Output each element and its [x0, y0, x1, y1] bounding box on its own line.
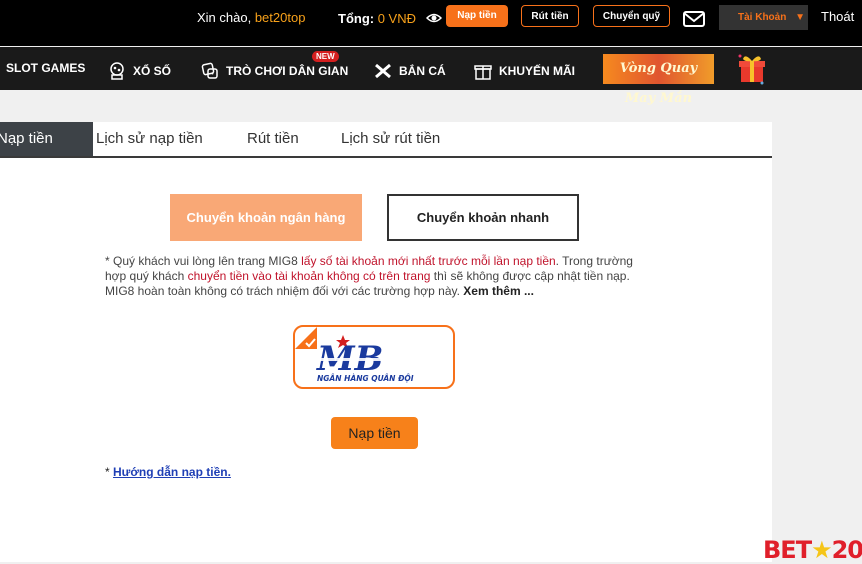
notice-text: * Quý khách vui lòng lên trang MIG8 [105, 254, 302, 268]
notice-highlight: chuyển tiền vào tài khoản không có trên … [187, 269, 431, 283]
deposit-notice: * Quý khách vui lòng lên trang MIG8 lấy … [105, 254, 650, 299]
notice-highlight: lấy số tài khoản mới nhất trước mỗi lần … [301, 254, 556, 268]
nav-label: XỔ SỐ [133, 64, 172, 78]
submit-deposit-button[interactable]: Nạp tiền [331, 417, 418, 449]
guide-prefix: * [105, 465, 114, 479]
balance-label: Tổng: [338, 11, 375, 26]
mb-bank-logo: MB NGÂN HÀNG QUÂN ĐỘI [311, 335, 431, 383]
transfer-button[interactable]: Chuyển quỹ [593, 5, 670, 27]
lottery-machine-icon [110, 62, 124, 80]
gift-box-icon[interactable] [735, 52, 769, 86]
nav-label: TRÒ CHƠI DÂN GIAN [226, 64, 349, 78]
greeting: Xin chào, bet20top [197, 10, 305, 25]
nav-lottery[interactable]: XỔ SỐ [107, 61, 171, 81]
star-icon: ★ [811, 536, 832, 564]
tab-deposit-history[interactable]: Lịch sử nạp tiền [96, 122, 203, 156]
brand-left: BET [763, 536, 812, 564]
tab-withdraw[interactable]: Rút tiền [247, 122, 299, 156]
fish-icon [375, 63, 391, 79]
lucky-wheel-banner[interactable]: Vòng Quay May Mắn [603, 54, 714, 106]
nav-promotions[interactable]: KHUYẾN MÃI [473, 61, 575, 81]
deposit-guide-link[interactable]: Hướng dẫn nạp tiền. [113, 465, 231, 479]
check-icon [295, 327, 317, 349]
mail-icon[interactable] [683, 10, 705, 28]
tab-withdraw-history[interactable]: Lịch sử rút tiền [341, 122, 440, 156]
top-bar: Xin chào, bet20top Tổng: 0 VNĐ Nạp tiền … [0, 0, 862, 46]
mb-bank-option[interactable]: MB NGÂN HÀNG QUÂN ĐỘI [293, 325, 455, 389]
brand-right: 20 [831, 536, 862, 564]
dice-icon [201, 62, 218, 79]
nav-label: SLOT GAMES [6, 61, 86, 75]
account-dropdown[interactable]: Tài Khoản ▼ [719, 5, 808, 30]
gift-outline-icon [474, 65, 492, 80]
fast-transfer-option[interactable]: Chuyển khoản nhanh [387, 194, 579, 241]
bank-transfer-option[interactable]: Chuyển khoản ngân hàng [170, 194, 362, 241]
mb-logo-subtitle: NGÂN HÀNG QUÂN ĐỘI [317, 374, 414, 383]
nav-fishing[interactable]: BẮN CÁ [373, 61, 446, 81]
nav-folk-games[interactable]: TRÒ CHƠI DÂN GIAN [200, 61, 348, 81]
caret-down-icon: ▼ [795, 12, 805, 23]
balance: Tổng: 0 VNĐ [338, 11, 416, 26]
greeting-text: Xin chào, [197, 10, 252, 25]
nav-label: BẮN CÁ [399, 64, 446, 78]
username: bet20top [254, 10, 306, 25]
withdraw-button[interactable]: Rút tiền [521, 5, 579, 27]
deposit-button[interactable]: Nạp tiền [446, 5, 508, 27]
account-label: Tài Khoản [738, 12, 787, 23]
new-badge: NEW [312, 51, 339, 62]
see-more-link[interactable]: Xem thêm ... [463, 284, 534, 298]
eye-icon[interactable] [426, 10, 442, 26]
tab-bar: Nạp tiền Lịch sử nạp tiền Rút tiền Lịch … [0, 122, 772, 158]
tab-deposit[interactable]: Nạp tiền [0, 122, 93, 156]
logout-link[interactable]: Thoát [821, 9, 854, 24]
balance-amount: 0 VNĐ [377, 11, 417, 26]
nav-slot-games[interactable]: SLOT GAMES [6, 61, 85, 75]
deposit-panel: Nạp tiền Lịch sử nạp tiền Rút tiền Lịch … [0, 122, 772, 562]
nav-label: KHUYẾN MÃI [499, 64, 576, 78]
main-nav: SLOT GAMES XỔ SỐ TRÒ CHƠI DÂN GIAN NEW B… [0, 47, 862, 90]
bet20-logo: BET★20 [763, 536, 862, 564]
deposit-guide: * Hướng dẫn nạp tiền. [105, 465, 231, 479]
